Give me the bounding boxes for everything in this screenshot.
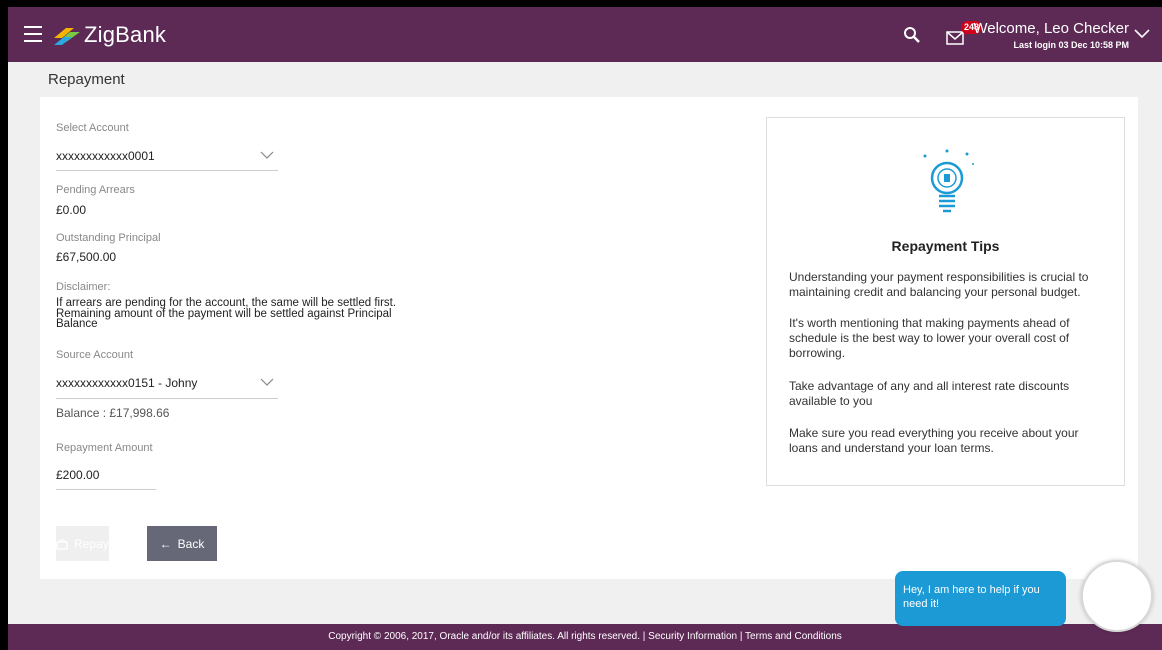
source-account-label: Source Account — [56, 349, 134, 361]
outstanding-principal-label: Outstanding Principal — [56, 232, 161, 244]
select-account-value[interactable]: xxxxxxxxxxxx0001 — [56, 149, 155, 163]
zigbank-logo-icon — [54, 28, 80, 45]
chevron-down-icon[interactable] — [260, 378, 274, 387]
mail-icon — [946, 31, 964, 45]
balance-text: Balance : £17,998.66 — [56, 406, 170, 420]
repayment-amount-label: Repayment Amount — [56, 442, 153, 454]
hamburger-menu-icon[interactable] — [24, 26, 42, 42]
app-frame: ZigBank 248 Welcome, Leo Checker Last lo… — [8, 7, 1162, 650]
back-button-label: Back — [177, 536, 205, 551]
select-account-label: Select Account — [56, 122, 129, 134]
source-account-underline — [56, 398, 278, 399]
arrow-left-icon: ← — [159, 536, 172, 551]
last-login-text: Last login 03 Dec 10:58 PM — [1013, 40, 1129, 50]
back-button[interactable]: ← Back — [147, 526, 217, 561]
page-title: Repayment — [48, 71, 125, 88]
chat-message-bubble[interactable]: Hey, I am here to help if you need it! — [895, 571, 1066, 626]
repay-button-label: Repay — [74, 536, 109, 551]
repayment-tips-card: Repayment Tips Understanding your paymen… — [766, 117, 1125, 486]
repay-button[interactable]: Repay — [56, 526, 109, 561]
welcome-text: Welcome, Leo Checker — [973, 20, 1129, 37]
brand-name[interactable]: ZigBank — [84, 22, 166, 48]
top-header: ZigBank 248 Welcome, Leo Checker Last lo… — [8, 7, 1162, 62]
source-account-value[interactable]: xxxxxxxxxxxx0151 - Johny — [56, 376, 197, 390]
pending-arrears-label: Pending Arrears — [56, 184, 135, 196]
repayment-amount-input[interactable]: £200.00 — [56, 468, 99, 482]
search-icon[interactable] — [903, 26, 921, 44]
tip-item: Take advantage of any and all interest r… — [789, 379, 1070, 408]
user-menu[interactable]: Welcome, Leo Checker Last login 03 Dec 1… — [973, 20, 1129, 51]
chevron-down-icon[interactable] — [1134, 29, 1150, 39]
disclaimer-label: Disclaimer: — [56, 281, 111, 293]
lightbulb-icon — [923, 149, 974, 213]
chat-bot-button[interactable] — [1081, 560, 1153, 632]
bag-icon — [56, 538, 68, 550]
repayment-amount-underline — [56, 489, 156, 490]
footer: Copyright © 2006, 2017, Oracle and/or it… — [8, 624, 1162, 650]
tip-item: Understanding your payment responsibilit… — [789, 270, 1089, 299]
disclaimer-text: If arrears are pending for the account, … — [56, 297, 397, 330]
tip-item: It's worth mentioning that making paymen… — [789, 316, 1070, 360]
outstanding-principal-value: £67,500.00 — [56, 250, 117, 264]
tips-title: Repayment Tips — [891, 238, 1000, 254]
tip-item: Make sure you read everything you receiv… — [789, 426, 1079, 455]
pending-arrears-value: £0.00 — [56, 203, 87, 217]
chevron-down-icon[interactable] — [260, 151, 274, 160]
select-account-underline — [56, 170, 278, 171]
